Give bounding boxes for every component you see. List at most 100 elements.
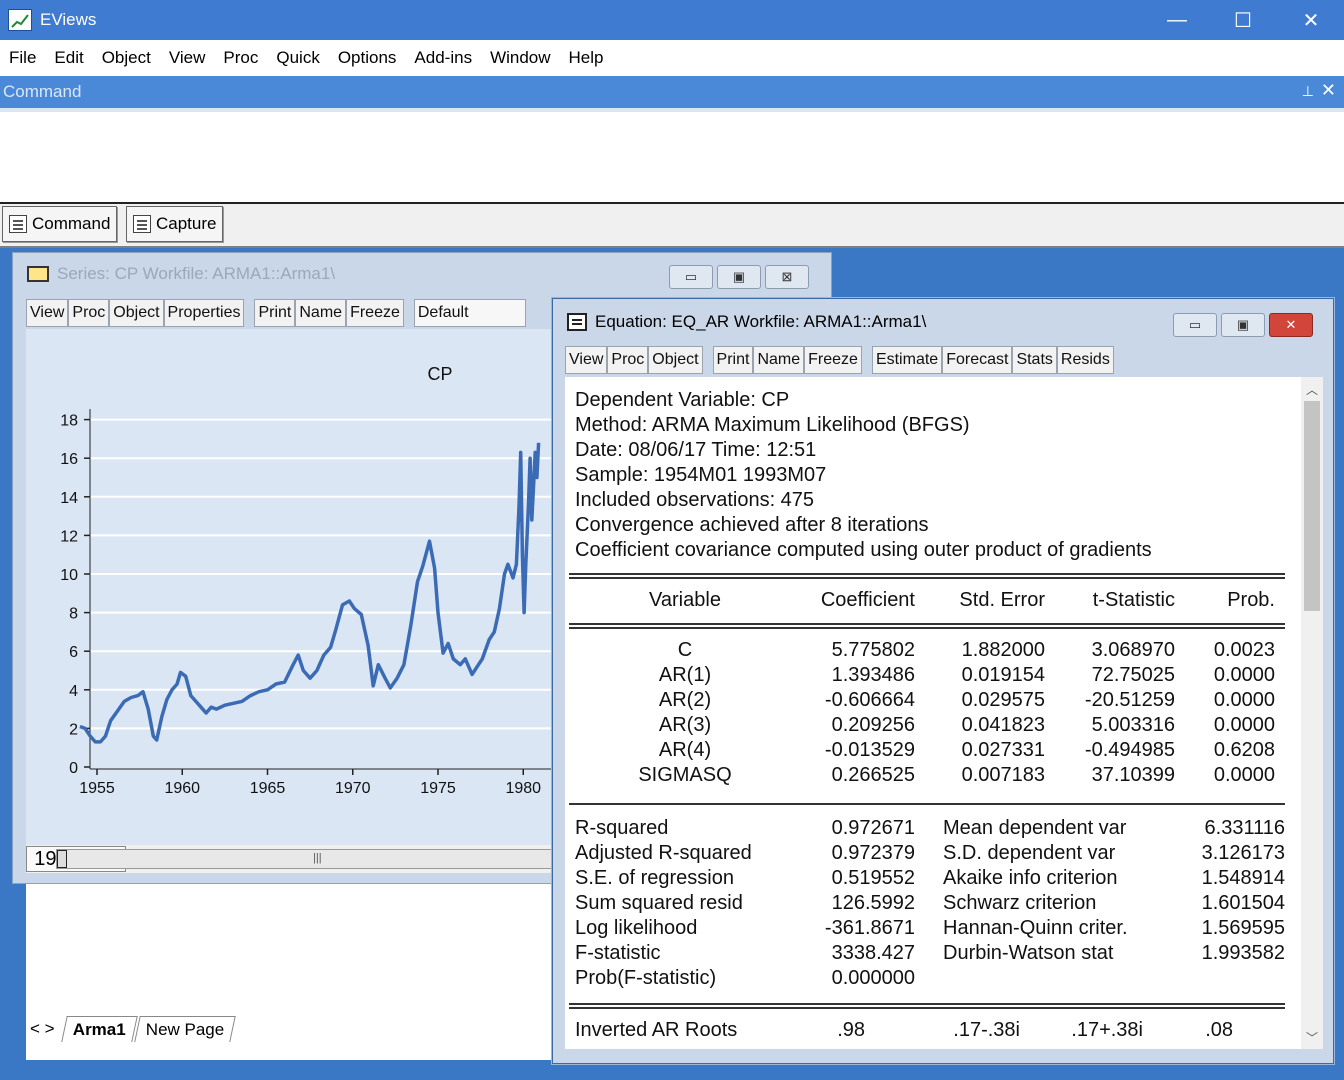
- series-close-button[interactable]: ⊠: [765, 265, 809, 289]
- stat-value: 1.601504: [1201, 892, 1285, 914]
- eq-name-button[interactable]: Name: [753, 346, 805, 374]
- table-rule: [569, 573, 1285, 579]
- coef-value: 0.0023: [1213, 639, 1275, 661]
- sample-slider-thumb[interactable]: [57, 850, 67, 868]
- scroll-down-icon[interactable]: ﹀: [1301, 1027, 1323, 1047]
- series-restore-button[interactable]: ▣: [717, 265, 761, 289]
- menu-quick[interactable]: Quick: [267, 48, 328, 68]
- x-tick-label: 1980: [505, 780, 541, 797]
- page-tab-arma1-label: Arma1: [72, 1019, 126, 1039]
- eq-stats-button[interactable]: Stats: [1012, 346, 1057, 374]
- command-pane-title: Command: [3, 82, 82, 101]
- menu-edit[interactable]: Edit: [45, 48, 92, 68]
- coef-value: 0.019154: [961, 664, 1045, 686]
- minimize-button[interactable]: —: [1144, 0, 1210, 40]
- eq-print-button[interactable]: Print: [712, 346, 754, 374]
- page-tab-arma1[interactable]: Arma1: [61, 1016, 138, 1042]
- tab-capture[interactable]: Capture: [126, 206, 224, 242]
- series-object-button[interactable]: Object: [109, 299, 164, 327]
- output-scrollbar[interactable]: ︿ ﹀: [1301, 377, 1323, 1049]
- stat-value: 1.569595: [1201, 917, 1285, 939]
- stat-label: Mean dependent var: [943, 817, 1127, 839]
- output-line: Sample: 1954M01 1993M07: [575, 464, 827, 486]
- eq-view-button[interactable]: View: [565, 346, 608, 374]
- coef-variable: C: [677, 639, 693, 661]
- eq-resids-button[interactable]: Resids: [1056, 346, 1114, 374]
- roots-label: Inverted AR Roots: [575, 1019, 738, 1041]
- eq-forecast-button[interactable]: Forecast: [942, 346, 1013, 374]
- y-tick-label: 12: [60, 528, 78, 545]
- stat-value: -361.8671: [824, 917, 915, 939]
- scrollbar-thumb[interactable]: [1304, 401, 1320, 611]
- equation-window: Equation: EQ_AR Workfile: ARMA1::Arma1\ …: [552, 298, 1334, 1064]
- equation-close-button[interactable]: ✕: [1269, 313, 1313, 337]
- stat-value: 0.000000: [831, 967, 915, 989]
- y-tick-label: 0: [69, 760, 78, 777]
- root-value: .98: [837, 1019, 865, 1041]
- stat-label: Durbin-Watson stat: [943, 942, 1114, 964]
- coef-variable: AR(3): [658, 714, 712, 736]
- y-tick-label: 8: [69, 606, 78, 623]
- command-pane-header: Command ⊥ ✕: [0, 76, 1344, 108]
- output-line: Date: 08/06/17 Time: 12:51: [575, 439, 817, 461]
- series-name-button[interactable]: Name: [295, 299, 347, 327]
- series-window-controls: ▭ ▣ ⊠: [669, 265, 809, 289]
- series-view-select[interactable]: Default: [413, 299, 526, 327]
- y-tick-label: 16: [60, 451, 78, 468]
- close-pane-icon[interactable]: ✕: [1321, 80, 1336, 101]
- menu-view[interactable]: View: [160, 48, 215, 68]
- tab-command-label: Command: [32, 214, 111, 233]
- eq-object-button[interactable]: Object: [648, 346, 703, 374]
- close-button[interactable]: ✕: [1278, 0, 1344, 40]
- sample-slider-track[interactable]: |||: [56, 849, 566, 869]
- tab-command[interactable]: Command: [2, 206, 118, 242]
- menu-help[interactable]: Help: [560, 48, 613, 68]
- coef-value: 0.029575: [961, 689, 1045, 711]
- series-status-bar: 1954M01 ⇄ |||: [26, 845, 566, 873]
- coef-variable: AR(4): [658, 739, 712, 761]
- menu-file[interactable]: File: [0, 48, 45, 68]
- pin-icon[interactable]: ⊥: [1302, 83, 1314, 100]
- menu-window[interactable]: Window: [481, 48, 559, 68]
- page-tab-new-page[interactable]: New Page: [134, 1016, 237, 1042]
- series-freeze-button[interactable]: Freeze: [346, 299, 404, 327]
- scroll-up-icon[interactable]: ︿: [1301, 379, 1323, 399]
- stat-value: 3.126173: [1201, 842, 1285, 864]
- col-header-coefficient: Coefficient: [820, 589, 915, 611]
- series-proc-button[interactable]: Proc: [68, 299, 110, 327]
- stat-label: Akaike info criterion: [943, 867, 1118, 889]
- app-title: EViews: [40, 10, 97, 29]
- series-icon: [27, 266, 49, 282]
- slider-grip-icon: |||: [313, 852, 322, 864]
- cp-line-chart: CP 0 2 4 6 8 10 12 14 16 18 1955 1960 1965 1970 1975 198…: [60, 364, 566, 797]
- equation-minimize-button[interactable]: ▭: [1173, 313, 1217, 337]
- coef-value: -0.013529: [824, 739, 915, 761]
- menu-options[interactable]: Options: [329, 48, 406, 68]
- coef-value: 0.6208: [1213, 739, 1275, 761]
- output-line: Included observations: 475: [575, 489, 815, 511]
- menu-proc[interactable]: Proc: [214, 48, 267, 68]
- series-toolbar: View Proc Object Properties Print Name F…: [26, 298, 526, 328]
- menu-add-ins[interactable]: Add-ins: [405, 48, 481, 68]
- maximize-button[interactable]: ☐: [1210, 0, 1276, 40]
- page-nav-arrows[interactable]: < >: [30, 1019, 64, 1039]
- series-properties-button[interactable]: Properties: [163, 299, 245, 327]
- stat-label: Prob(F-statistic): [575, 967, 717, 989]
- coef-value: 5.775802: [831, 639, 915, 661]
- table-rule: [569, 803, 1285, 805]
- eq-proc-button[interactable]: Proc: [607, 346, 649, 374]
- capture-tab-icon: [133, 215, 151, 233]
- series-print-button[interactable]: Print: [254, 299, 296, 327]
- coef-variable: SIGMASQ: [638, 764, 732, 786]
- series-view-button[interactable]: View: [26, 299, 69, 327]
- eq-estimate-button[interactable]: Estimate: [871, 346, 943, 374]
- equation-window-title: Equation: EQ_AR Workfile: ARMA1::Arma1\: [595, 312, 927, 331]
- eq-freeze-button[interactable]: Freeze: [804, 346, 862, 374]
- menu-object[interactable]: Object: [93, 48, 160, 68]
- command-input[interactable]: [0, 108, 1344, 204]
- stat-label: Hannan-Quinn criter.: [943, 917, 1128, 939]
- series-minimize-button[interactable]: ▭: [669, 265, 713, 289]
- equation-window-controls: ▭ ▣ ✕: [1173, 313, 1313, 337]
- equation-restore-button[interactable]: ▣: [1221, 313, 1265, 337]
- stat-label: S.D. dependent var: [943, 842, 1116, 864]
